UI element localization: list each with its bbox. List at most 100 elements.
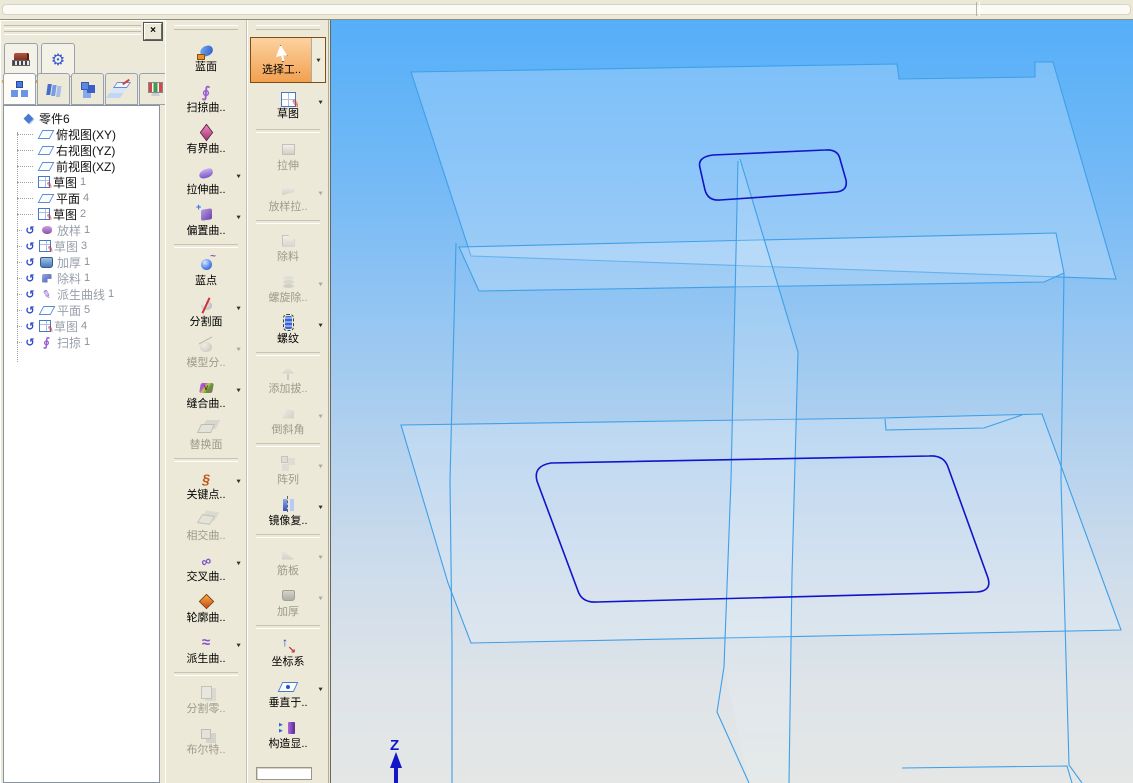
tree-item-derived-curve[interactable]: 派生曲线 1: [4, 286, 159, 302]
panel-tab-tree-view[interactable]: [3, 73, 36, 105]
tree-item-plane[interactable]: 前视图(XZ): [4, 158, 159, 174]
toolbar-item-offset-surface[interactable]: 偏置曲.. ▼: [169, 201, 243, 241]
toolbar-item-extrude-surface[interactable]: 拉伸曲.. ▼: [169, 160, 243, 200]
dropdown-arrow-icon[interactable]: ▼: [317, 687, 324, 693]
loft-icon: [39, 223, 54, 237]
toolbar-item-boolean-feature: 布尔特..: [169, 720, 243, 760]
dropdown-arrow-icon[interactable]: ▼: [317, 323, 324, 329]
toolbar-item-blue-face[interactable]: 蓝面: [169, 37, 243, 77]
sketch-icon: [38, 208, 50, 220]
dropdown-arrow-icon[interactable]: ▼: [235, 215, 242, 221]
toolbar-item-helix-cut: 螺旋除.. ▼: [251, 268, 325, 308]
toolbar-item-cutout: 除料: [251, 227, 325, 267]
mirror-copy-icon: [278, 495, 298, 514]
panel-tab-blocks[interactable]: [71, 73, 104, 105]
toolbar-item-normal-to[interactable]: 垂直于.. ▼: [251, 673, 325, 713]
tree-item-plane[interactable]: 右视图(YZ): [4, 142, 159, 158]
dropdown-arrow-icon[interactable]: ▼: [317, 464, 324, 470]
library-icon: [44, 80, 64, 98]
tree-item-sketch[interactable]: 草图 1: [4, 174, 159, 190]
toolbar-item-keypoint-curve[interactable]: 关键点.. ▼: [169, 465, 243, 505]
dropdown-arrow-icon[interactable]: ▼: [235, 306, 242, 312]
dropdown-arrow-icon[interactable]: ▼: [317, 555, 324, 561]
toolbar-item-derived-curve[interactable]: 派生曲.. ▼: [169, 629, 243, 669]
plane-icon: [38, 191, 53, 205]
tree-root-part[interactable]: 零件6: [4, 110, 159, 126]
tree-item-thicken[interactable]: 加厚 1: [4, 254, 159, 270]
toolbar-gripper[interactable]: [256, 25, 320, 30]
dropdown-arrow-icon[interactable]: ▼: [317, 505, 324, 511]
panel-close-button[interactable]: ×: [143, 22, 163, 41]
dropdown-arrow-icon[interactable]: ▼: [235, 347, 242, 353]
helix-cut-icon: [278, 273, 298, 291]
wireframe-bottom-right-step: [901, 765, 1073, 783]
offset-surface-icon: [196, 202, 216, 224]
toolbar-item-replace-face: 替换面: [169, 415, 243, 455]
add-draft-icon: [278, 364, 298, 382]
tree-item-plane[interactable]: 俯视图(XY): [4, 126, 159, 142]
dropdown-arrow-icon[interactable]: ▼: [235, 174, 242, 180]
toolbar-item-chamfer: 倒斜角 ▼: [251, 400, 325, 440]
dropdown-arrow-icon[interactable]: ▼: [317, 191, 324, 197]
cut-icon: [39, 271, 54, 285]
dropdown-arrow-icon[interactable]: ▼: [317, 282, 324, 288]
tree-item-sketch[interactable]: 草图 2: [4, 206, 159, 222]
toolbar-item-split-face[interactable]: 分割面 ▼: [169, 292, 243, 332]
dropdown-arrow-icon[interactable]: ▼: [235, 479, 242, 485]
blue-point-icon: [196, 251, 216, 274]
toolbar-item-thread[interactable]: 螺纹 ▼: [251, 309, 325, 349]
toolbar-item-select-cursor[interactable]: 选择工..: [250, 37, 326, 83]
contour-curve-icon: [196, 593, 216, 611]
toolbar-item-mirror-copy[interactable]: 镜像复.. ▼: [251, 491, 325, 531]
panel-tab-layers[interactable]: [105, 73, 138, 105]
sketch-icon: [39, 320, 51, 332]
coordinate-system-icon: [278, 635, 298, 656]
dropdown-segment[interactable]: [311, 38, 325, 82]
dropdown-arrow-icon[interactable]: ▼: [235, 643, 242, 649]
toolbar-item-contour-curve[interactable]: 轮廓曲..: [169, 588, 243, 628]
tree-item-sketch[interactable]: 草图 4: [4, 318, 159, 334]
dropdown-arrow-icon[interactable]: ▼: [317, 100, 324, 106]
tree-item-plane[interactable]: 平面 5: [4, 302, 159, 318]
dropdown-arrow-icon[interactable]: ▼: [317, 414, 324, 420]
toolbar-item-coordinate-system[interactable]: 坐标系: [251, 632, 325, 672]
thicken-icon: [278, 587, 298, 605]
plane-icon: [38, 143, 53, 157]
toolbar-item-cross-curve[interactable]: 交叉曲.. ▼: [169, 547, 243, 587]
tree-item-sweep[interactable]: 扫掠 1: [4, 334, 159, 350]
panel-gripper[interactable]: [4, 25, 141, 37]
toolbar-item-bounded-surface[interactable]: 有界曲..: [169, 119, 243, 159]
rollback-arrow-icon: [24, 239, 36, 253]
toolbar-overflow-scrollbar[interactable]: [256, 767, 312, 780]
tree-item-cut[interactable]: 除料 1: [4, 270, 159, 286]
z-axis-indicator: Z: [390, 737, 402, 783]
panel-mode-button-camera[interactable]: [2, 43, 40, 83]
toolbar-separator: [256, 220, 320, 224]
toolbar-dock-slot: [2, 4, 1131, 15]
panel-tab-library[interactable]: [37, 73, 70, 105]
normal-to-icon: [278, 678, 298, 696]
panel-mode-button-gear[interactable]: [41, 43, 75, 77]
dropdown-arrow-icon[interactable]: ▼: [317, 596, 324, 602]
sketch-icon: [280, 92, 296, 107]
toolbar-item-sketch[interactable]: 草图 ▼: [251, 86, 325, 126]
toolbar-item-blue-point[interactable]: 蓝点: [169, 251, 243, 291]
sweep-surface-icon: [196, 83, 216, 101]
tree-item-sketch[interactable]: 草图 3: [4, 238, 159, 254]
derived-curve-icon: [39, 287, 54, 301]
dropdown-arrow-icon[interactable]: ▼: [235, 561, 242, 567]
toolbar-item-loft-extrude: 放样拉.. ▼: [251, 177, 325, 217]
toolbar-item-extrude: 拉伸: [251, 136, 325, 176]
tree-item-plane[interactable]: 平面 4: [4, 190, 159, 206]
toolbar-item-sew-surface[interactable]: 缝合曲.. ▼: [169, 374, 243, 414]
toolbar-separator: [256, 129, 320, 133]
toolbar-item-sweep-surface[interactable]: 扫掠曲..: [169, 78, 243, 118]
3d-viewport[interactable]: Z: [330, 20, 1133, 783]
split-part-icon: [196, 684, 216, 702]
dropdown-arrow-icon[interactable]: ▼: [235, 388, 242, 394]
toolbar-separator: [174, 672, 238, 676]
toolbar-gripper[interactable]: [174, 25, 238, 30]
toolbar-item-construction-display[interactable]: 构造显..: [251, 714, 325, 754]
tree-item-loft[interactable]: 放样 1: [4, 222, 159, 238]
part-icon: [21, 111, 36, 125]
